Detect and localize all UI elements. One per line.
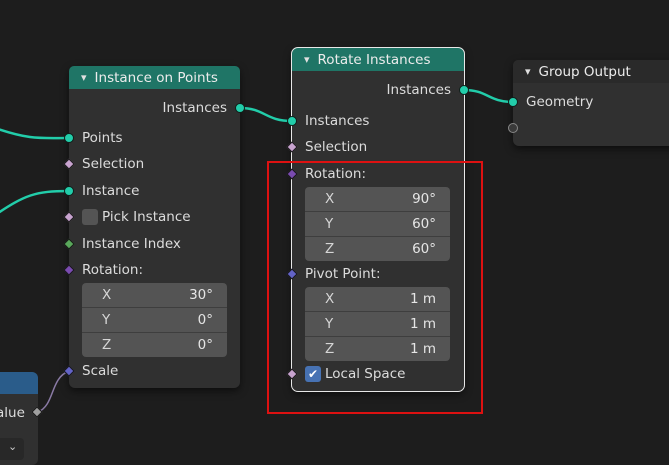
input-row-geometry: Geometry [508, 90, 669, 114]
instance-on-points-node[interactable]: ▾ Instance on Points Instances Points Se… [63, 66, 245, 388]
points-input-socket[interactable] [64, 133, 74, 143]
axis-value: 30° [189, 287, 213, 303]
rotation-y-field[interactable]: Y 0° [82, 307, 227, 332]
axis-label: Z [102, 337, 112, 353]
socket-label: Selection [82, 156, 145, 172]
axis-label: Y [102, 312, 111, 328]
rotation-vector-field: X 30° Y 0° Z 0° [82, 283, 227, 357]
pick-instance-checkbox[interactable] [82, 209, 98, 225]
annotation-highlight-box [267, 161, 483, 414]
socket-label: Scale [82, 363, 119, 379]
partial-value-node[interactable]: alue ⌄ [0, 372, 43, 465]
checkbox-label: Pick Instance [102, 209, 191, 225]
axis-label: X [102, 287, 112, 303]
input-row-selection: Selection [63, 152, 240, 176]
input-row-selection: Selection [286, 135, 464, 159]
node-header[interactable]: ▾ Group Output [513, 60, 669, 83]
socket-label: Points [82, 130, 123, 146]
instance-input-socket[interactable] [64, 186, 74, 196]
socket-label: Instances [162, 100, 227, 116]
instances-output-socket[interactable] [235, 103, 245, 113]
axis-value: 0° [197, 337, 213, 353]
node-title: Instance on Points [94, 69, 218, 86]
empty-input-socket[interactable] [508, 123, 518, 133]
partial-dropdown[interactable]: ⌄ [0, 438, 24, 460]
geometry-input-socket[interactable] [508, 97, 518, 107]
socket-label: Instances [305, 113, 370, 129]
link-points [0, 128, 70, 140]
socket-label: Selection [305, 139, 368, 155]
instances-output-socket[interactable] [459, 85, 469, 95]
link-value-to-scale [37, 370, 70, 413]
input-row-instances: Instances [287, 109, 464, 133]
output-row-instances: Instances [292, 78, 469, 102]
node-header[interactable]: ▾ Instance on Points [69, 66, 240, 89]
input-row-empty [508, 116, 669, 140]
socket-label: Instance Index [82, 236, 181, 252]
partial-node-label: alue [0, 405, 25, 421]
rotation-z-field[interactable]: Z 0° [82, 332, 227, 357]
node-header[interactable]: ▾ Rotate Instances [292, 48, 464, 71]
link-iop-to-rotate [239, 106, 293, 123]
rotation-x-field[interactable]: X 30° [82, 283, 227, 307]
chevron-down-icon[interactable]: ▾ [525, 65, 531, 78]
instances-input-socket[interactable] [287, 116, 297, 126]
node-title: Rotate Instances [317, 51, 431, 68]
input-row-scale: Scale [63, 359, 240, 383]
partial-node-header [0, 372, 38, 394]
link-instance [0, 189, 70, 214]
socket-label: Instances [386, 82, 451, 98]
input-row-points: Points [64, 126, 240, 150]
socket-label: Geometry [526, 94, 594, 110]
node-title: Group Output [538, 63, 631, 80]
chevron-down-icon[interactable]: ▾ [304, 53, 310, 66]
axis-value: 0° [197, 312, 213, 328]
node-editor-canvas[interactable]: alue ⌄ ▾ Instance on Points Instances Po… [0, 0, 669, 465]
output-row-instances: Instances [69, 96, 245, 120]
chevron-down-icon: ⌄ [8, 440, 18, 453]
input-row-instance-index: Instance Index [63, 232, 240, 256]
socket-label: Rotation: [82, 262, 144, 278]
group-output-node[interactable]: ▾ Group Output Geometry [508, 60, 669, 146]
input-row-pick-instance: Pick Instance [63, 205, 240, 229]
input-row-instance: Instance [64, 179, 240, 203]
chevron-down-icon[interactable]: ▾ [81, 71, 87, 84]
socket-label: Instance [82, 183, 140, 199]
input-row-rotation: Rotation: [63, 258, 240, 282]
link-rotate-to-output [463, 88, 514, 104]
